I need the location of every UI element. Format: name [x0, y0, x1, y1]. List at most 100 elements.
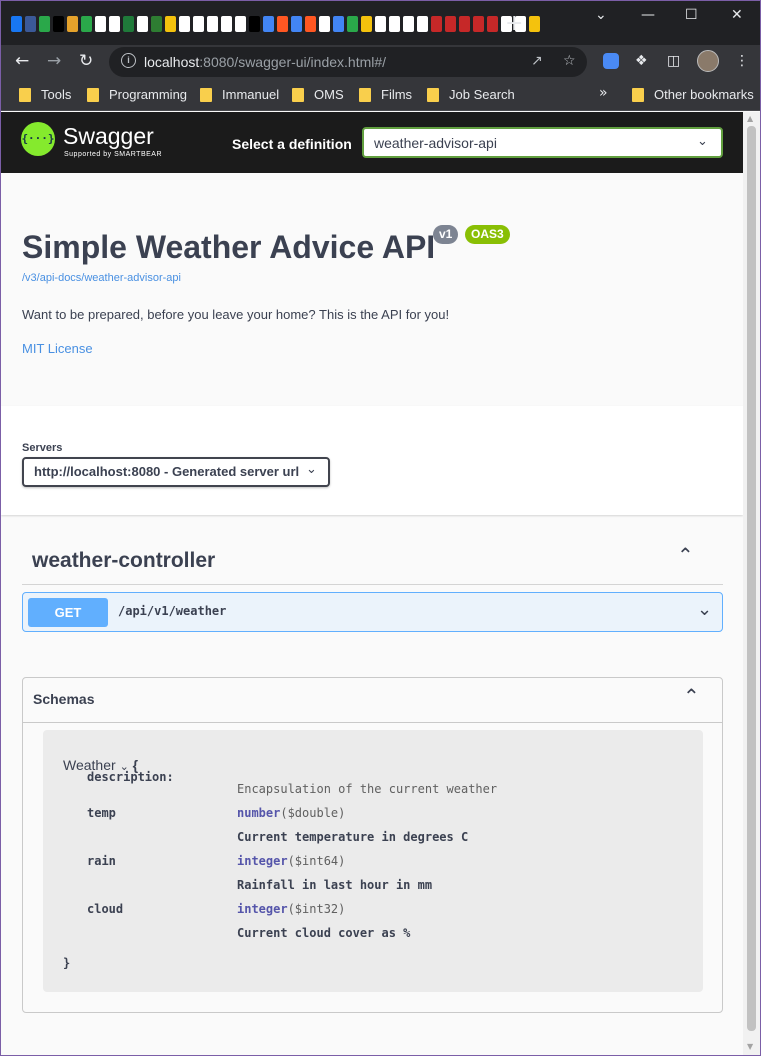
bookmark-films[interactable]: Films [359, 87, 412, 102]
pinned-tab-favicon-icon[interactable] [179, 16, 190, 32]
pinned-tab-favicon-icon[interactable] [249, 16, 260, 32]
pinned-tab-favicon-icon[interactable] [487, 16, 498, 32]
pinned-tab-favicon-icon[interactable] [403, 16, 414, 32]
definition-select[interactable]: weather-advisor-api ⌄ [362, 127, 723, 158]
chevron-up-icon[interactable]: ⌃ [677, 543, 694, 567]
page-scrollbar[interactable]: ▲ ▼ [743, 112, 760, 1055]
pinned-tab-favicon-icon[interactable] [39, 16, 50, 32]
new-tab-button[interactable]: + [505, 11, 523, 36]
pinned-tab-favicon-icon[interactable] [25, 16, 36, 32]
operation-get-weather[interactable]: GET /api/v1/weather ⌄ [22, 592, 723, 632]
profile-avatar[interactable] [697, 50, 719, 72]
pinned-tab-favicon-icon[interactable] [361, 16, 372, 32]
extensions-puzzle-icon[interactable]: ❖ [635, 53, 648, 69]
swagger-topbar: {···} Swagger Supported by SMARTBEAR Sel… [1, 112, 743, 173]
share-icon[interactable]: ↗ [531, 53, 543, 69]
pinned-tab-favicon-icon[interactable] [221, 16, 232, 32]
license-link[interactable]: MIT License [22, 341, 93, 356]
pinned-tab-favicon-icon[interactable] [263, 16, 274, 32]
bookmark-oms[interactable]: OMS [292, 87, 344, 102]
chevron-up-icon[interactable]: ⌃ [683, 684, 700, 708]
address-bar[interactable]: i localhost:8080/swagger-ui/index.html#/… [109, 47, 587, 77]
property-type: integer($int32) [237, 902, 345, 916]
pinned-tab-favicon-icon[interactable] [123, 16, 134, 32]
method-badge: GET [28, 598, 108, 627]
bookmark-immanuel[interactable]: Immanuel [200, 87, 279, 102]
pinned-tab-favicon-icon[interactable] [291, 16, 302, 32]
pinned-tab-favicon-icon[interactable] [53, 16, 64, 32]
bookmark-programming[interactable]: Programming [87, 87, 187, 102]
pinned-tab-favicon-icon[interactable] [305, 16, 316, 32]
bookmarks-overflow-icon[interactable]: » [599, 85, 608, 101]
bookmark-tools[interactable]: Tools [19, 87, 71, 102]
tab-strip: + ⌄ — ☐ ✕ [1, 1, 760, 45]
pinned-tab-favicon-icon[interactable] [459, 16, 470, 32]
menu-icon[interactable]: ⋮ [735, 53, 749, 69]
pinned-tab-favicon-icon[interactable] [319, 16, 330, 32]
property-name: temp [87, 806, 116, 820]
pinned-tab-favicon-icon[interactable] [389, 16, 400, 32]
pinned-tab-favicon-icon[interactable] [375, 16, 386, 32]
scroll-up-icon[interactable]: ▲ [747, 114, 753, 123]
operation-path: /api/v1/weather [118, 604, 227, 618]
pinned-tab-favicon-icon[interactable] [529, 16, 540, 32]
pinned-tab-favicon-icon[interactable] [95, 16, 106, 32]
pinned-tab-favicon-icon[interactable] [193, 16, 204, 32]
url-text[interactable]: localhost:8080/swagger-ui/index.html#/ [144, 54, 386, 70]
chevron-down-icon[interactable]: ⌄ [697, 599, 712, 620]
pinned-tab-favicon-icon[interactable] [431, 16, 442, 32]
swagger-brand[interactable]: Swagger [63, 123, 154, 150]
pinned-tab-favicon-icon[interactable] [137, 16, 148, 32]
swagger-logo-icon[interactable]: {···} [21, 122, 55, 156]
pinned-tab-favicon-icon[interactable] [109, 16, 120, 32]
bookmark-job-search[interactable]: Job Search [427, 87, 515, 102]
folder-icon [632, 87, 644, 102]
property-type: number($double) [237, 806, 345, 820]
model-description-key: description: [87, 770, 174, 784]
back-icon[interactable]: ← [15, 51, 29, 71]
pinned-tab-favicon-icon[interactable] [81, 16, 92, 32]
pinned-tabs[interactable] [11, 16, 540, 32]
side-panel-icon[interactable]: ◫ [667, 53, 680, 69]
reload-icon[interactable]: ↻ [79, 51, 93, 71]
browser-toolbar: ← → ↻ i localhost:8080/swagger-ui/index.… [1, 45, 760, 79]
pinned-tab-favicon-icon[interactable] [445, 16, 456, 32]
bookmark-label: Tools [41, 87, 72, 102]
pinned-tab-favicon-icon[interactable] [151, 16, 162, 32]
bookmark-label: Other bookmarks [654, 87, 754, 102]
swagger-content: Simple Weather Advice API v1 OAS3 /v3/ap… [1, 173, 743, 1055]
pinned-tab-favicon-icon[interactable] [165, 16, 176, 32]
bookmark-star-icon[interactable]: ☆ [563, 53, 576, 69]
close-icon[interactable]: ✕ [731, 7, 743, 23]
pinned-tab-favicon-icon[interactable] [67, 16, 78, 32]
folder-icon [87, 87, 99, 102]
property-type: integer($int64) [237, 854, 345, 868]
minimize-icon[interactable]: — [641, 7, 655, 23]
site-info-icon[interactable]: i [121, 53, 136, 68]
pinned-tab-favicon-icon[interactable] [277, 16, 288, 32]
zoom-extension-icon[interactable] [603, 53, 619, 69]
tab-search-icon[interactable]: ⌄ [595, 7, 607, 23]
select-definition-label: Select a definition [232, 136, 352, 152]
controller-section-header[interactable]: weather-controller ⌃ [22, 537, 723, 585]
schemas-header[interactable]: Schemas ⌃ [23, 678, 722, 723]
pinned-tab-favicon-icon[interactable] [333, 16, 344, 32]
pinned-tab-favicon-icon[interactable] [473, 16, 484, 32]
server-select[interactable]: http://localhost:8080 - Generated server… [22, 457, 330, 487]
property-type-name: number [237, 806, 281, 820]
bookmark-other[interactable]: Other bookmarks [632, 87, 754, 102]
browser-window: + ⌄ — ☐ ✕ ← → ↻ i localhost:8080/swagger… [0, 0, 761, 1056]
scrollbar-thumb[interactable] [747, 126, 756, 1031]
scroll-down-icon[interactable]: ▼ [747, 1042, 753, 1051]
pinned-tab-favicon-icon[interactable] [207, 16, 218, 32]
pinned-tab-favicon-icon[interactable] [11, 16, 22, 32]
forward-icon[interactable]: → [47, 51, 61, 71]
folder-icon [292, 87, 304, 102]
pinned-tab-favicon-icon[interactable] [235, 16, 246, 32]
api-docs-link[interactable]: /v3/api-docs/weather-advisor-api [22, 272, 181, 284]
maximize-icon[interactable]: ☐ [685, 7, 698, 23]
pinned-tab-favicon-icon[interactable] [417, 16, 428, 32]
bookmark-label: Job Search [449, 87, 515, 102]
pinned-tab-favicon-icon[interactable] [347, 16, 358, 32]
url-path: :8080/swagger-ui/index.html#/ [199, 54, 387, 70]
